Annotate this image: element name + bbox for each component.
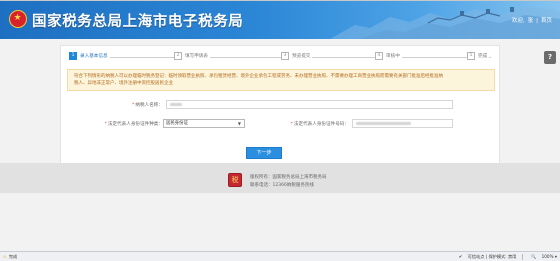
national-emblem-icon	[9, 10, 27, 28]
footer-copyright: 版权所有：国家税务总局上海市税务局	[250, 175, 327, 180]
site-footer: 版权所有：国家税务总局上海市税务局 联系电话：12366纳税服务热线	[0, 163, 560, 193]
step-label: 完成	[478, 54, 488, 59]
site-title: 国家税务总局上海市电子税务局	[32, 13, 244, 30]
notice-banner: 符合下列情形的纳税人可以办理临时税务登记：临时领取营业执照、承包租赁经营、境外企…	[67, 69, 495, 91]
step-label: 审核中	[386, 54, 400, 59]
notice-line-2: 税人、异地非正常户、境外注册中资控股居民企业	[74, 80, 173, 86]
status-right: ✔ 可信站点 | 保护模式: 禁用 🔍 100% ▾	[455, 254, 557, 260]
progress-steps: 1 录入基本信息 2 填写申请表 3 预览提交 4 审核中 5 完成	[69, 52, 493, 64]
tax-bureau-logo-icon	[228, 173, 242, 187]
legal-id-type-select[interactable]: 居民身份证 ▼	[163, 119, 245, 128]
legal-id-no-label: *法定代表人身份证件号码：	[290, 122, 349, 127]
trusted-sites-status: ✔ 可信站点 | 保护模式: 禁用	[458, 254, 517, 259]
header-separator: |	[536, 18, 538, 24]
chevron-down-icon: ▼	[237, 121, 241, 126]
step-2: 2 填写申请表	[174, 52, 210, 60]
legal-id-type-value: 居民身份证	[166, 121, 188, 126]
step-number: 5	[467, 52, 475, 60]
step-label: 预览提交	[292, 54, 311, 59]
status-text: 完成	[8, 254, 18, 259]
username[interactable]: 张	[528, 18, 534, 24]
taxpayer-name-input[interactable]	[166, 100, 453, 109]
welcome-text: 欢迎,	[511, 18, 525, 24]
status-divider	[521, 254, 523, 260]
home-link[interactable]: 首页	[541, 18, 552, 24]
step-number: 1	[69, 52, 77, 60]
step-label: 填写申请表	[185, 54, 208, 59]
browser-status-bar: ⚠ 完成 ✔ 可信站点 | 保护模式: 禁用 🔍 100% ▾	[0, 251, 560, 261]
status-left: ⚠ 完成	[3, 254, 17, 260]
step-4: 4 审核中	[375, 52, 402, 60]
step-3: 3 预览提交	[281, 52, 313, 60]
step-label: 录入基本信息	[80, 54, 108, 59]
zoom-level[interactable]: 🔍 100% ▾	[531, 254, 557, 259]
site-header: 国家税务总局上海市电子税务局 欢迎,张|首页	[0, 1, 560, 39]
step-5: 5 完成	[467, 52, 490, 60]
help-icon[interactable]: ?	[544, 51, 556, 64]
legal-id-no-input[interactable]	[352, 119, 453, 128]
footer-phone: 联系电话：12366纳税服务热线	[250, 183, 314, 188]
taxpayer-name-label: *纳税人名称：	[132, 103, 163, 108]
step-1: 1 录入基本信息	[69, 52, 110, 60]
next-step-button[interactable]: 下一步	[246, 147, 282, 159]
step-number: 3	[281, 52, 289, 60]
step-number: 4	[375, 52, 383, 60]
warning-icon: ⚠	[3, 254, 7, 259]
step-number: 2	[174, 52, 182, 60]
legal-id-type-label: *法定代表人身份证件种类：	[104, 122, 163, 127]
header-user-links: 欢迎, 张 | 首页	[509, 16, 552, 24]
notice-line-1: 符合下列情形的纳税人可以办理临时税务登记：临时领取营业执照、承包租赁经营、境外企…	[74, 74, 443, 79]
main-form-card: 1 录入基本信息 2 填写申请表 3 预览提交 4 审核中 5 完成 符合下列情…	[60, 45, 500, 178]
